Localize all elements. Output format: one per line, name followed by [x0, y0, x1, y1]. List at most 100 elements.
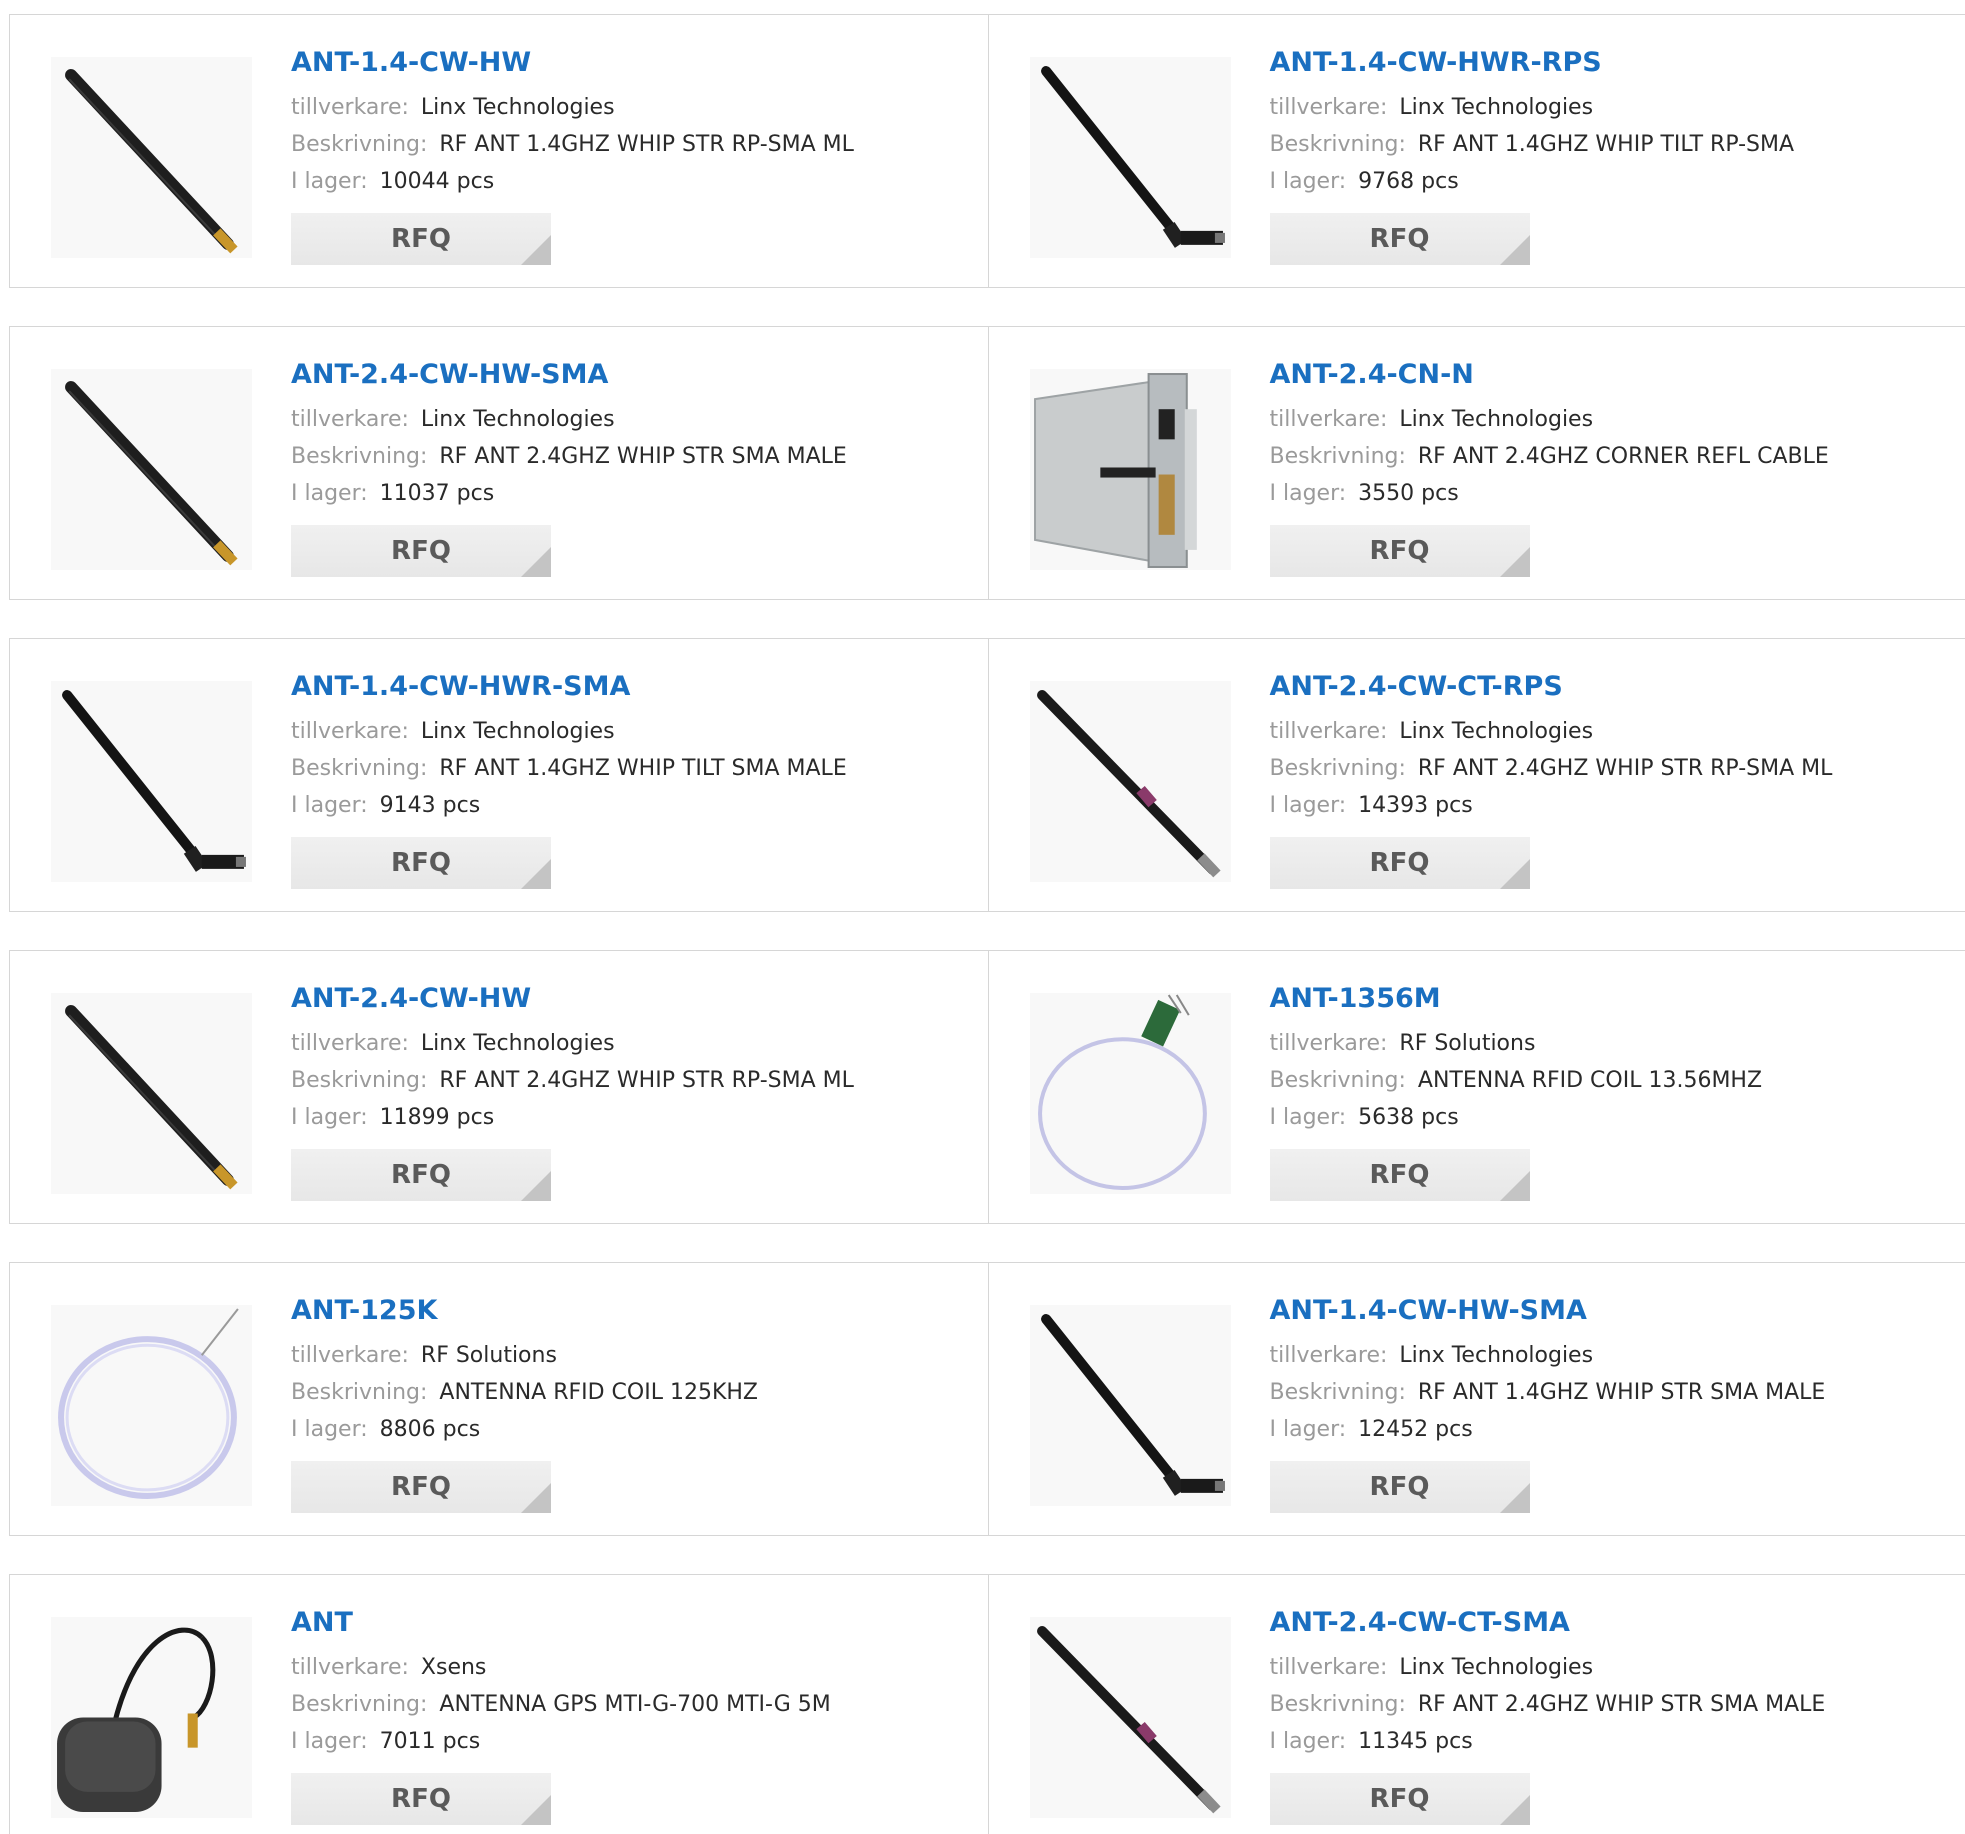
stock-label: I lager:	[1269, 169, 1347, 194]
rfq-button-label: RFQ	[1369, 1472, 1430, 1502]
product-image[interactable]	[1029, 993, 1231, 1194]
banded-whip-antenna-picture	[1029, 681, 1231, 882]
stock-row: I lager: 11899 pcs	[291, 1099, 971, 1136]
manufacturer-value: RF Solutions	[420, 1343, 557, 1368]
tilt-whip-antenna-picture	[1029, 57, 1231, 258]
description-label: Beskrivning:	[1269, 756, 1406, 781]
corner-triangle-icon	[521, 235, 551, 265]
product-row: ANT-2.4-CW-HW-SMA tillverkare: Linx Techno…	[9, 326, 1965, 600]
product-card: ANT-1.4-CW-HWR-RPS tillverkare: Linx Techn…	[987, 15, 1965, 287]
product-title-link[interactable]: ANT-2.4-CW-HW	[291, 981, 971, 1017]
description-label: Beskrivning:	[291, 1380, 428, 1405]
corner-triangle-icon	[1499, 1483, 1530, 1513]
rfq-button-label: RFQ	[391, 1472, 451, 1502]
rfq-button[interactable]: RFQ	[1269, 213, 1530, 265]
product-info: ANT-1.4-CW-HWR-RPS tillverkare: Linx Techn…	[1269, 45, 1950, 265]
tilt-whip-antenna-picture	[1029, 1305, 1231, 1506]
product-title-link[interactable]: ANT-1356M	[1270, 981, 1950, 1017]
rfq-button[interactable]: RFQ	[291, 837, 551, 889]
product-title-link[interactable]: ANT-1.4-CW-HWR-RPS	[1270, 45, 1950, 81]
product-image[interactable]	[51, 1617, 252, 1818]
rfq-button[interactable]: RFQ	[1269, 1461, 1530, 1513]
corner-triangle-icon	[521, 1483, 551, 1513]
product-title-link[interactable]: ANT-2.4-CW-CT-RPS	[1270, 669, 1950, 705]
description-row: Beskrivning: RF ANT 2.4GHZ WHIP STR SMA M…	[1270, 1686, 1950, 1723]
product-row: ANT-2.4-CW-HW tillverkare: Linx Technologi…	[9, 950, 1965, 1224]
product-image[interactable]	[51, 993, 252, 1194]
stock-value: 9768 pcs	[1358, 169, 1459, 194]
product-title-link[interactable]: ANT-1.4-CW-HWR-SMA	[291, 669, 971, 705]
manufacturer-label: tillverkare:	[291, 719, 409, 744]
product-info: ANT-2.4-CN-N tillverkare: Linx Technologie…	[1269, 357, 1950, 577]
product-image[interactable]	[51, 57, 252, 258]
product-row: ANT-1.4-CW-HWR-SMA tillverkare: Linx Techn…	[9, 638, 1965, 912]
stock-value: 5638 pcs	[1358, 1105, 1459, 1130]
description-value: RF ANT 1.4GHZ WHIP TILT SMA MALE	[439, 756, 847, 781]
rfq-button[interactable]: RFQ	[1269, 1149, 1530, 1201]
rfq-button[interactable]: RFQ	[291, 1773, 551, 1825]
rfq-button[interactable]: RFQ	[1269, 525, 1530, 577]
product-image[interactable]	[51, 681, 252, 882]
stock-row: I lager: 10044 pcs	[291, 163, 971, 200]
manufacturer-value: Linx Technologies	[1399, 1343, 1594, 1368]
product-image[interactable]	[1029, 681, 1231, 882]
rfid-coil-antenna-picture	[51, 1305, 252, 1506]
product-image[interactable]	[1029, 1305, 1231, 1506]
stock-row: I lager: 11037 pcs	[291, 475, 971, 512]
manufacturer-label: tillverkare:	[1269, 1343, 1388, 1368]
product-title-link[interactable]: ANT-1.4-CW-HW-SMA	[1270, 1293, 1950, 1329]
rfq-button[interactable]: RFQ	[291, 1461, 551, 1513]
product-title-link[interactable]: ANT-1.4-CW-HW	[291, 45, 971, 81]
rfq-button[interactable]: RFQ	[291, 525, 551, 577]
stock-value: 12452 pcs	[1358, 1417, 1473, 1442]
rfq-button[interactable]: RFQ	[1269, 1773, 1530, 1825]
manufacturer-label: tillverkare:	[291, 1343, 409, 1368]
stock-value: 11345 pcs	[1358, 1729, 1473, 1754]
product-card: ANT-2.4-CN-N tillverkare: Linx Technologie…	[987, 327, 1965, 599]
product-title-link[interactable]: ANT-125K	[291, 1293, 971, 1329]
corner-triangle-icon	[1499, 1171, 1530, 1201]
description-row: Beskrivning: RF ANT 2.4GHZ WHIP STR RP-SM…	[291, 1062, 971, 1099]
straight-whip-antenna-picture	[51, 369, 252, 570]
product-image[interactable]	[1029, 369, 1231, 570]
stock-value: 10044 pcs	[379, 169, 495, 194]
product-info: ANT-1.4-CW-HW tillverkare: Linx Technologi…	[291, 45, 971, 265]
stock-row: I lager: 9768 pcs	[1270, 163, 1950, 200]
manufacturer-row: tillverkare: Linx Technologies	[1270, 1337, 1950, 1374]
manufacturer-label: tillverkare:	[291, 407, 409, 432]
product-card: ANT-2.4-CW-HW tillverkare: Linx Technologi…	[10, 951, 988, 1223]
description-row: Beskrivning: RF ANT 2.4GHZ WHIP STR RP-SM…	[1270, 750, 1950, 787]
product-info: ANT-1.4-CW-HW-SMA tillverkare: Linx Techno…	[1269, 1293, 1950, 1513]
product-info: ANT-2.4-CW-CT-RPS tillverkare: Linx Techno…	[1269, 669, 1950, 889]
product-title-link[interactable]: ANT-2.4-CW-CT-SMA	[1270, 1605, 1950, 1641]
rfq-button[interactable]: RFQ	[291, 1149, 551, 1201]
rfq-button[interactable]: RFQ	[1269, 837, 1530, 889]
stock-value: 7011 pcs	[379, 1729, 481, 1754]
product-info: ANT tillverkare: Xsens Beskrivning: ANTENNA …	[291, 1605, 971, 1825]
product-row: ANT tillverkare: Xsens Beskrivning: ANTENNA …	[9, 1574, 1965, 1834]
product-image[interactable]	[1029, 57, 1231, 258]
straight-whip-antenna-picture	[51, 993, 252, 1194]
product-card: ANT-1.4-CW-HWR-SMA tillverkare: Linx Techn…	[10, 639, 988, 911]
straight-whip-antenna-picture	[51, 57, 252, 258]
product-title-link[interactable]: ANT	[291, 1605, 971, 1641]
description-value: RF ANT 2.4GHZ WHIP STR RP-SMA ML	[439, 1068, 854, 1093]
description-label: Beskrivning:	[291, 756, 428, 781]
rfq-button[interactable]: RFQ	[291, 213, 551, 265]
product-image[interactable]	[1029, 1617, 1231, 1818]
product-card: ANT-1.4-CW-HW tillverkare: Linx Technologi…	[10, 15, 988, 287]
description-label: Beskrivning:	[291, 132, 428, 157]
manufacturer-label: tillverkare:	[291, 1031, 409, 1056]
description-value: RF ANT 1.4GHZ WHIP TILT RP-SMA	[1417, 132, 1795, 157]
product-row: ANT-1.4-CW-HW tillverkare: Linx Technologi…	[9, 14, 1965, 288]
stock-label: I lager:	[291, 1105, 368, 1130]
stock-label: I lager:	[291, 481, 368, 506]
description-row: Beskrivning: RF ANT 1.4GHZ WHIP TILT SMA …	[291, 750, 971, 787]
corner-triangle-icon	[521, 859, 551, 889]
product-image[interactable]	[51, 369, 252, 570]
product-image[interactable]	[51, 1305, 252, 1506]
stock-row: I lager: 12452 pcs	[1270, 1411, 1950, 1448]
product-card: ANT tillverkare: Xsens Beskrivning: ANTENNA …	[10, 1575, 988, 1834]
product-title-link[interactable]: ANT-2.4-CW-HW-SMA	[291, 357, 971, 393]
product-title-link[interactable]: ANT-2.4-CN-N	[1270, 357, 1950, 393]
